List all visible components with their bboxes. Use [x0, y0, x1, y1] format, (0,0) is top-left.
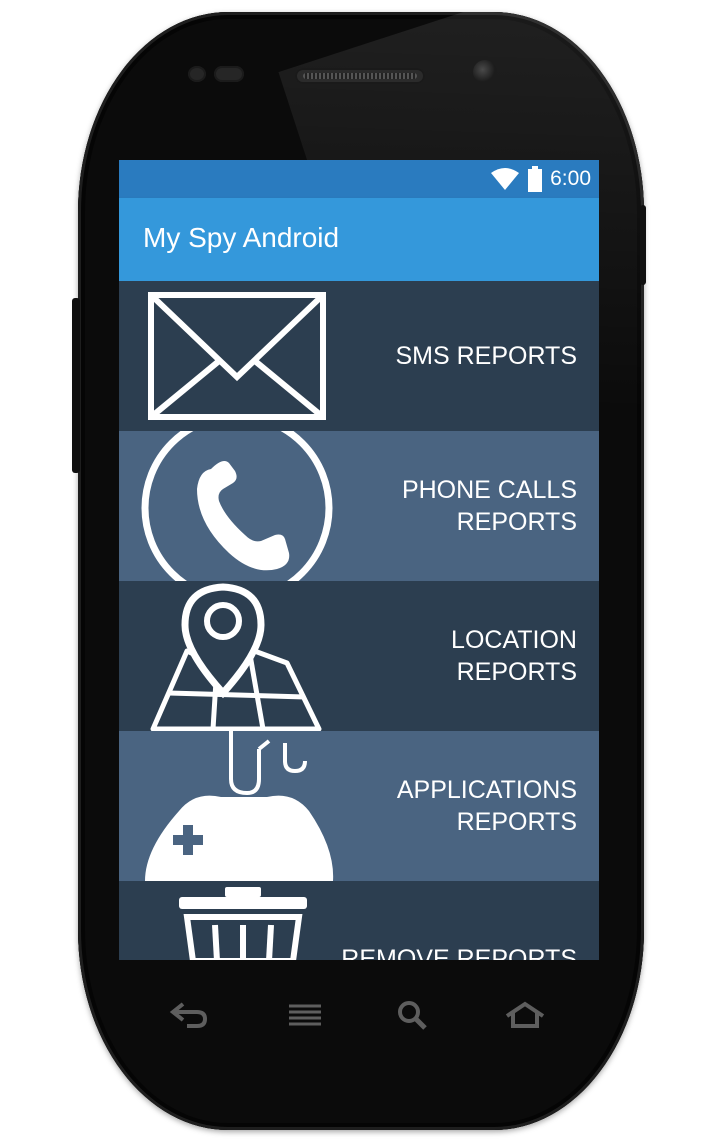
volume-button	[72, 298, 80, 473]
back-icon	[169, 1002, 208, 1028]
light-sensor	[214, 66, 244, 82]
menu-item-applications-reports[interactable]: APPLICATIONS REPORTS	[119, 731, 599, 881]
earpiece-speaker	[295, 68, 425, 84]
navigation-bar	[119, 985, 599, 1045]
menu-item-phone-calls-reports[interactable]: PHONE CALLS REPORTS	[119, 431, 599, 581]
menu-item-label: PHONE CALLS REPORTS	[401, 476, 577, 536]
search-button[interactable]	[383, 985, 443, 1045]
battery-icon	[528, 166, 543, 192]
back-button[interactable]	[159, 985, 219, 1045]
menu-item-label: APPLICATIONS REPORTS	[396, 776, 577, 836]
app-title: My Spy Android	[143, 222, 340, 253]
phone-screen: 6:00 My Spy Android SMS REPORTS PHONE CA…	[119, 160, 599, 960]
proximity-sensor	[188, 66, 206, 82]
menu-item-location-reports[interactable]: LOCATION REPORTS	[119, 581, 599, 731]
home-button[interactable]	[495, 985, 555, 1045]
status-time: 6:00	[550, 167, 591, 190]
menu-button[interactable]	[275, 985, 335, 1045]
search-icon	[398, 1001, 427, 1030]
power-button	[640, 205, 646, 285]
menu-item-remove-reports[interactable]: REMOVE REPORTS	[119, 881, 599, 960]
menu-item-sms-reports[interactable]: SMS REPORTS	[119, 281, 599, 431]
menu-item-label: SMS REPORTS	[395, 342, 577, 370]
status-bar: 6:00	[119, 160, 599, 198]
menu-icon	[289, 1004, 321, 1026]
app-bar: My Spy Android	[119, 198, 599, 281]
report-menu-list: SMS REPORTS PHONE CALLS REPORTS LOCATION…	[119, 281, 599, 960]
front-camera	[473, 60, 497, 84]
menu-item-label: REMOVE REPORTS	[341, 945, 577, 960]
wifi-icon	[491, 168, 520, 190]
home-icon	[505, 1001, 545, 1028]
menu-item-label: LOCATION REPORTS	[451, 626, 577, 686]
